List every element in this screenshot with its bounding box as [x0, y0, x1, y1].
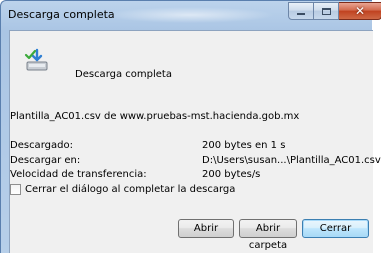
maximize-button[interactable] [314, 2, 339, 20]
downloaded-label: Descargado: [10, 140, 73, 151]
minimize-button[interactable] [288, 2, 314, 20]
transfer-rate-value: 200 bytes/s [202, 169, 261, 180]
caption-buttons: ✕ [288, 2, 381, 21]
download-to-label: Descargar en: [10, 155, 81, 166]
window-title: Descarga completa [8, 8, 115, 21]
close-when-done-checkbox[interactable] [10, 184, 21, 195]
maximize-icon [321, 7, 331, 15]
close-when-done-option[interactable]: Cerrar el diálogo al completar la descar… [10, 184, 235, 195]
page: Descarga completa ✕ Descarga completa Pl… [0, 0, 381, 253]
close-button[interactable]: Cerrar [302, 219, 369, 238]
title-bar[interactable]: Descarga completa ✕ [1, 1, 381, 29]
minimize-icon [297, 13, 305, 15]
dialog-body: Descarga completa Plantilla_AC01.csv de … [9, 30, 381, 253]
close-when-done-label: Cerrar el diálogo al completar la descar… [25, 184, 236, 195]
open-folder-button[interactable]: Abrir carpeta [239, 219, 297, 251]
status-heading: Descarga completa [75, 69, 172, 80]
download-to-value: D:\Users\susan...\Plantilla_AC01.csv [202, 155, 381, 166]
file-source-line: Plantilla_AC01.csv de www.pruebas-mst.ha… [10, 111, 300, 122]
title-bar-highlight [105, 7, 275, 23]
close-window-button[interactable]: ✕ [339, 2, 381, 20]
download-complete-icon [24, 48, 48, 71]
downloaded-value: 200 bytes en 1 s [202, 140, 286, 151]
close-icon: ✕ [354, 4, 366, 18]
transfer-rate-label: Velocidad de transferencia: [10, 169, 147, 180]
download-complete-window: Descarga completa ✕ Descarga completa Pl… [0, 0, 381, 253]
open-button[interactable]: Abrir [178, 219, 234, 238]
